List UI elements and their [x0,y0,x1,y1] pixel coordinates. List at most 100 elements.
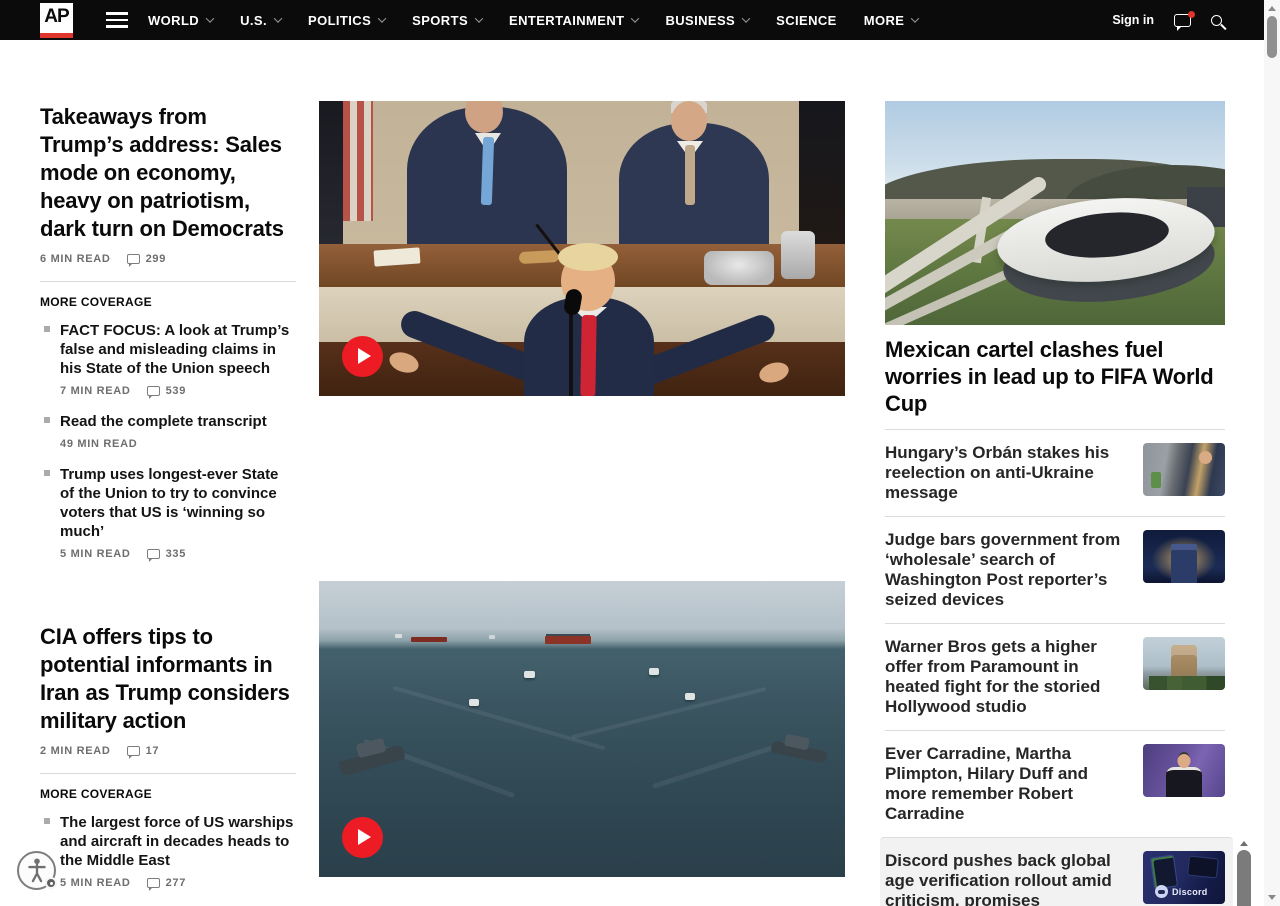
scroll-down-arrow-icon[interactable] [1268,895,1276,900]
list-item: The largest force of US warships and air… [40,813,296,889]
discord-logo-icon [1155,885,1168,898]
list-item-hungary[interactable]: Hungary’s Orbán stakes his reelection on… [885,429,1225,516]
distant-ship-shape [411,637,447,642]
comments-count[interactable]: 299 [127,253,166,265]
nav-item-sports[interactable]: SPORTS [412,13,482,28]
notification-dot [1188,11,1195,18]
bullet-icon [44,818,50,824]
story-cia-iran: CIA offers tips to potential informants … [40,623,296,906]
center-column [319,101,845,877]
read-time: 7 MIN READ [60,385,131,397]
chevron-down-icon [378,14,386,22]
scroll-up-arrow-icon[interactable] [1240,841,1248,846]
thumbnail-image [1143,530,1225,583]
list-item: Trump uses longest-ever State of the Uni… [40,465,296,560]
nav-item-science[interactable]: SCIENCE [776,13,837,28]
header-actions: Sign in [1112,0,1222,40]
chevron-down-icon [206,14,214,22]
highlighted-scroll-region: Discord pushes back global age verificat… [880,837,1233,906]
distant-ship-shape [545,636,591,644]
list-item-headline[interactable]: The largest force of US warships and air… [60,813,296,870]
more-coverage-list: The largest force of US warships and air… [40,813,296,906]
thumbnail-image [1143,744,1225,797]
read-time: 5 MIN READ [60,548,131,560]
comments-count[interactable]: 17 [127,745,160,757]
read-time: 49 MIN READ [60,438,137,450]
story-takeaways: Takeaways from Trump’s address: Sales mo… [40,103,296,560]
divider [40,773,296,774]
small-boat-shape [524,671,535,678]
comments-notification-icon[interactable] [1174,14,1191,27]
list-item-headline[interactable]: FACT FOCUS: A look at Trump’s false and … [60,321,296,378]
scroll-up-arrow-icon[interactable] [1268,6,1276,11]
ap-logo-text: AP [44,3,68,31]
us-flag-shape [343,101,373,221]
lead-headline[interactable]: Mexican cartel clashes fuel worries in l… [885,336,1225,417]
ap-news-homepage: AP WORLD U.S. POLITICS SPORTS ENTERTAINM… [0,0,1280,906]
comments-count[interactable]: 539 [147,385,186,397]
lead-image-stadium[interactable] [885,101,1225,325]
video-thumbnail-warships[interactable] [319,581,845,877]
more-coverage-label: MORE COVERAGE [40,295,296,309]
discord-wordmark: Discord [1172,887,1208,897]
chevron-down-icon [475,14,483,22]
bullet-icon [44,470,50,476]
nav-item-entertainment[interactable]: ENTERTAINMENT [509,13,638,28]
scrollbar-thumb[interactable] [1267,16,1277,58]
comments-icon [127,746,140,756]
comments-icon [147,878,160,888]
nav-item-world[interactable]: WORLD [148,13,213,28]
comments-icon [147,386,160,396]
nav-item-more[interactable]: MORE [864,13,919,28]
sign-in-button[interactable]: Sign in [1112,13,1154,27]
chevron-down-icon [631,14,639,22]
list-item-discord[interactable]: Discord pushes back global age verificat… [885,838,1225,906]
thumbnail-image [1143,443,1225,496]
headline-list: Hungary’s Orbán stakes his reelection on… [885,429,1225,906]
left-column: Takeaways from Trump’s address: Sales mo… [40,103,296,906]
list-item-headline[interactable]: Read the complete transcript [60,412,296,431]
list-item: Read the complete transcript 49 MIN READ [40,412,296,450]
bullet-icon [44,326,50,332]
main-nav: WORLD U.S. POLITICS SPORTS ENTERTAINMENT… [148,0,918,40]
story-headline[interactable]: CIA offers tips to potential informants … [40,623,296,735]
nav-item-us[interactable]: U.S. [240,13,281,28]
small-boat-shape [649,668,659,675]
list-item-warner-bros[interactable]: Warner Bros gets a higher offer from Par… [885,623,1225,730]
right-column: Mexican cartel clashes fuel worries in l… [885,101,1225,906]
chevron-down-icon [911,14,919,22]
accessibility-widget-button[interactable] [17,851,56,890]
thumbnail-image: Discord [1143,851,1225,904]
divider [40,281,296,282]
list-item-headline[interactable]: Trump uses longest-ever State of the Uni… [60,465,296,541]
video-thumbnail-state-of-the-union[interactable] [319,101,845,396]
comments-icon [127,254,140,264]
list-item-carradine[interactable]: Ever Carradine, Martha Plimpton, Hilary … [885,730,1225,837]
bullet-icon [44,417,50,423]
region-scrollbar[interactable] [1237,841,1251,906]
thumbnail-image [1143,637,1225,690]
scrollbar-thumb[interactable] [1237,850,1251,906]
hamburger-menu-icon[interactable] [106,12,128,28]
top-navigation-bar: AP WORLD U.S. POLITICS SPORTS ENTERTAINM… [0,0,1264,40]
more-coverage-list: FACT FOCUS: A look at Trump’s false and … [40,321,296,560]
story-headline[interactable]: Takeaways from Trump’s address: Sales mo… [40,103,296,243]
comments-count[interactable]: 335 [147,548,186,560]
search-icon[interactable] [1211,15,1222,26]
comments-icon [147,549,160,559]
more-coverage-label: MORE COVERAGE [40,787,296,801]
read-time: 6 MIN READ [40,253,111,265]
nav-item-business[interactable]: BUSINESS [665,13,749,28]
small-boat-shape [685,693,695,700]
list-item: FACT FOCUS: A look at Trump’s false and … [40,321,296,397]
page-scrollbar[interactable] [1264,0,1280,906]
chevron-down-icon [274,14,282,22]
ap-logo[interactable]: AP [40,3,73,38]
comments-count[interactable]: 277 [147,877,186,889]
read-time: 2 MIN READ [40,745,111,757]
list-item-wapo[interactable]: Judge bars government from ‘wholesale’ s… [885,516,1225,623]
nav-item-politics[interactable]: POLITICS [308,13,385,28]
play-icon[interactable] [342,336,383,377]
play-icon[interactable] [342,817,383,858]
small-boat-shape [469,699,479,706]
